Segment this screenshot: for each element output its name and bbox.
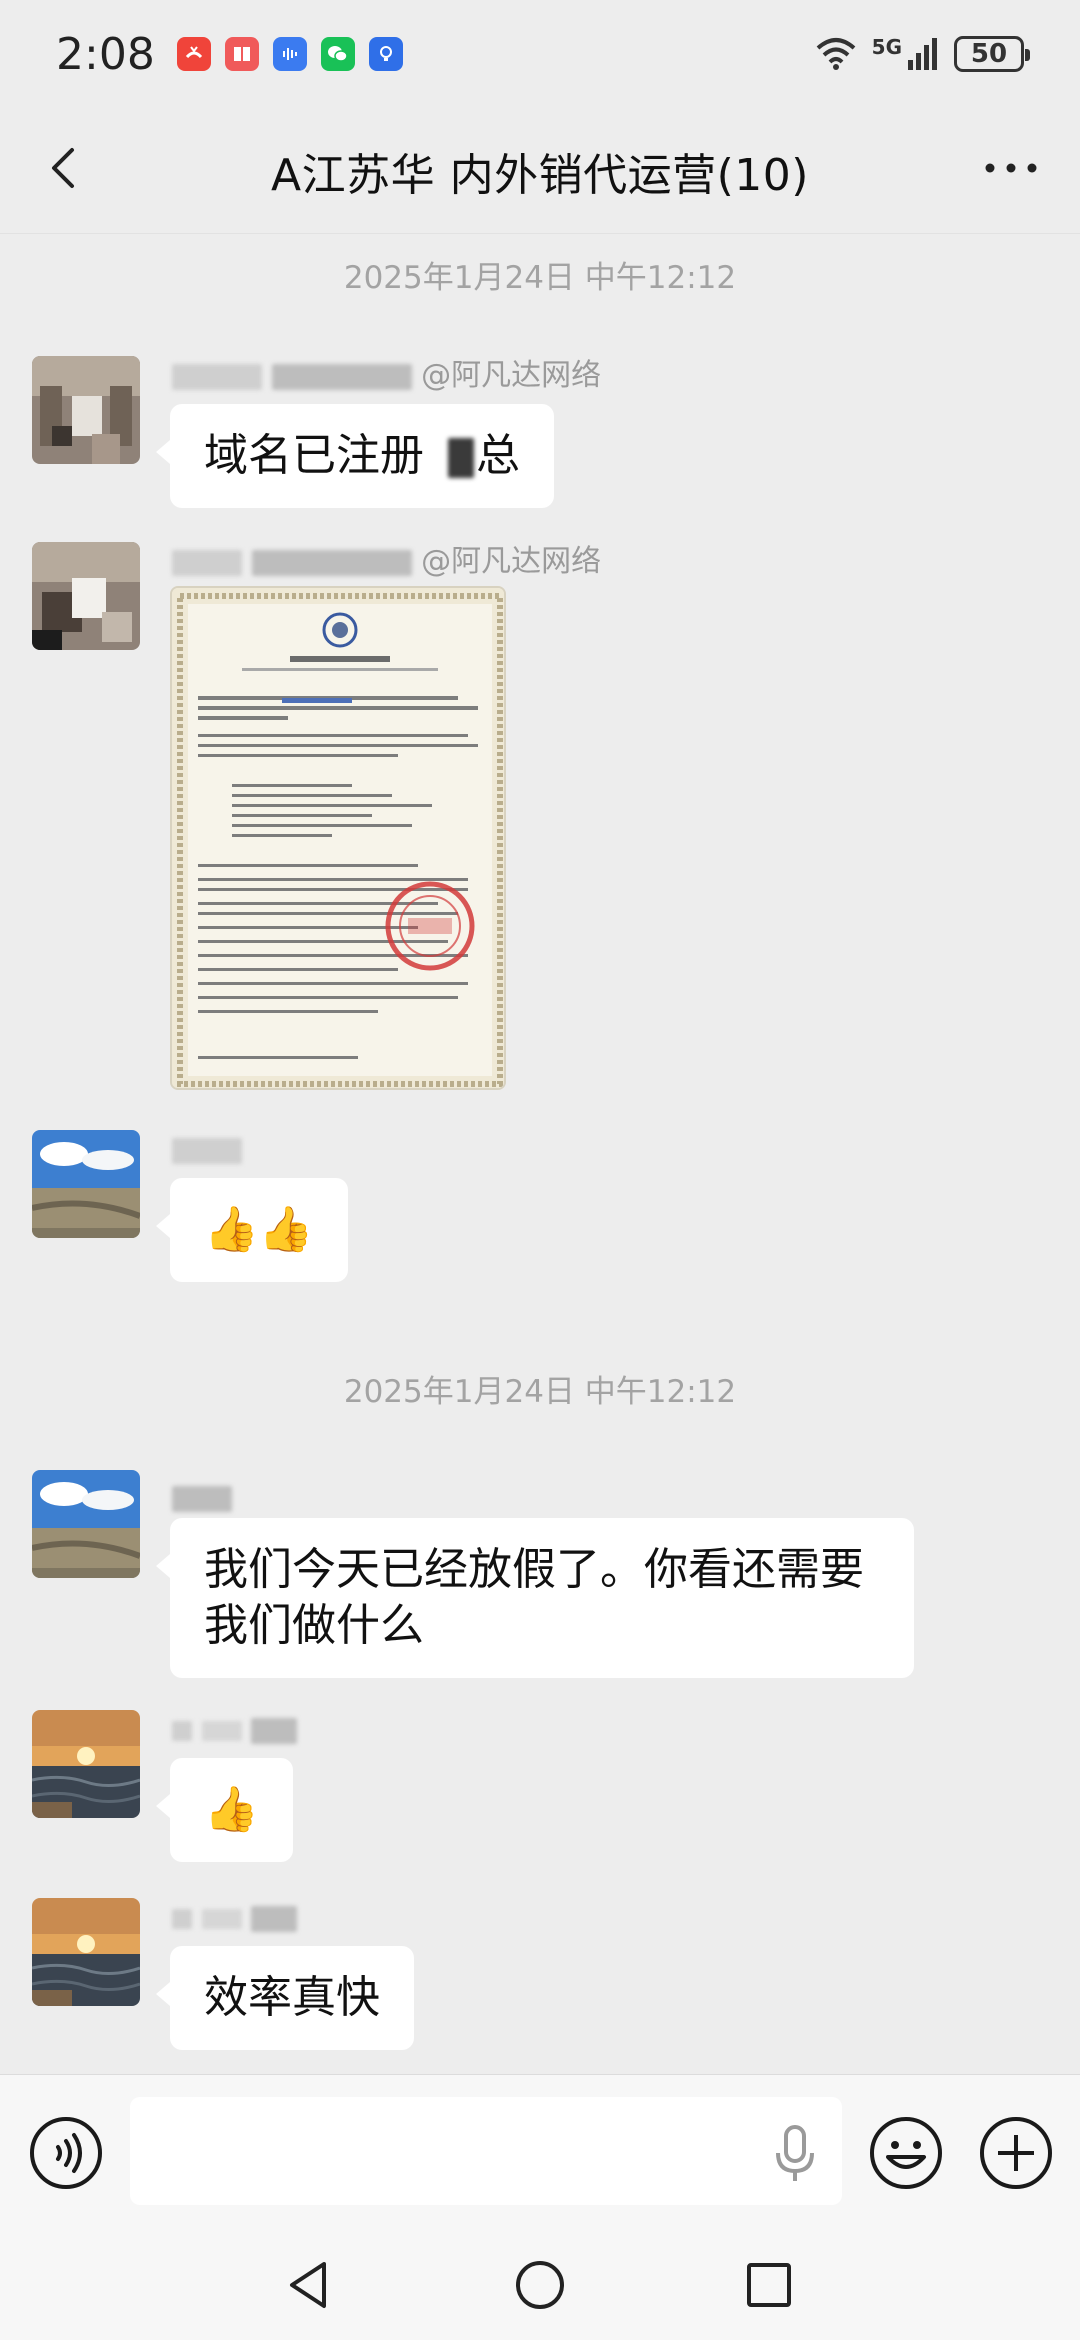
notification-bulb-icon bbox=[368, 37, 403, 71]
avatar[interactable] bbox=[32, 542, 140, 650]
sender-name bbox=[172, 1710, 298, 1750]
status-time: 2:08 bbox=[56, 28, 155, 80]
chat-header: A江苏华 内外销代运营(10) bbox=[0, 108, 1080, 234]
avatar[interactable] bbox=[32, 1898, 140, 2006]
sender-name bbox=[172, 1130, 242, 1170]
avatar[interactable] bbox=[32, 1470, 140, 1578]
chat-title: A江苏华 内外销代运营(10) bbox=[271, 149, 809, 201]
chat-input-bar bbox=[0, 2074, 1080, 2228]
status-bar: 2:08 5G 50 bbox=[0, 0, 1080, 108]
message-row: 👍 bbox=[32, 1710, 1048, 1870]
message-bubble[interactable]: 我们今天已经放假了。你看还需要 我们做什么 bbox=[156, 1518, 914, 1678]
message-bubble[interactable]: 👍 bbox=[156, 1758, 293, 1862]
avatar[interactable] bbox=[32, 1710, 140, 1818]
message-bubble[interactable]: 👍👍 bbox=[156, 1178, 348, 1282]
wifi-icon bbox=[816, 38, 855, 70]
avatar[interactable] bbox=[32, 1130, 140, 1238]
sender-name bbox=[172, 1898, 298, 1938]
nav-home-icon[interactable] bbox=[505, 2250, 575, 2320]
battery-indicator: 50 bbox=[954, 36, 1030, 72]
message-bubble[interactable]: 域名已注册 总 bbox=[156, 404, 554, 508]
signal-icon bbox=[908, 38, 937, 70]
more-options-icon[interactable] bbox=[976, 138, 1046, 198]
microphone-icon[interactable] bbox=[772, 2125, 818, 2183]
message-row: 我们今天已经放假了。你看还需要 我们做什么 bbox=[32, 1470, 1048, 1680]
network-type: 5G bbox=[871, 35, 902, 59]
plus-icon[interactable] bbox=[978, 2115, 1054, 2191]
voice-mode-icon[interactable] bbox=[28, 2115, 104, 2191]
certificate-image[interactable] bbox=[170, 586, 506, 1090]
message-timestamp: 2025年1月24日 中午12:12 bbox=[343, 1374, 737, 1410]
nav-back-icon[interactable] bbox=[274, 2250, 344, 2320]
message-row: 效率真快 bbox=[32, 1898, 1048, 2058]
back-arrow-icon[interactable] bbox=[36, 138, 96, 198]
message-row: 👍👍 bbox=[32, 1130, 1048, 1300]
wechat-icon bbox=[320, 37, 355, 71]
nav-recent-apps-icon[interactable] bbox=[734, 2250, 804, 2320]
voice-app-icon bbox=[272, 37, 307, 71]
call-missed-icon bbox=[176, 37, 211, 71]
book-app-icon bbox=[224, 37, 259, 71]
message-bubble[interactable]: 效率真快 bbox=[156, 1946, 414, 2050]
system-navigation-bar bbox=[0, 2228, 1080, 2340]
emoji-icon[interactable] bbox=[868, 2115, 944, 2191]
message-timestamp: 2025年1月24日 中午12:12 bbox=[343, 260, 737, 296]
sender-name bbox=[172, 1478, 232, 1518]
avatar[interactable] bbox=[32, 356, 140, 464]
message-row: @阿凡达网络 域名已注册 总 bbox=[32, 356, 1048, 516]
sender-name: @阿凡达网络 bbox=[172, 356, 601, 396]
message-input[interactable] bbox=[130, 2097, 842, 2205]
message-row: @阿凡达网络 bbox=[32, 542, 1048, 1102]
sender-name: @阿凡达网络 bbox=[172, 542, 601, 582]
